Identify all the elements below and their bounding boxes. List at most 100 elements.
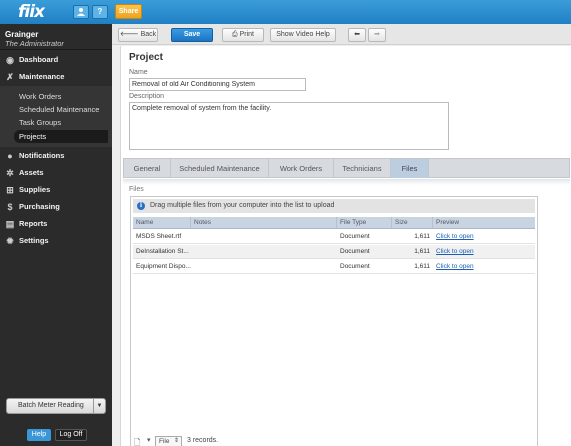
- tab-scheduled-maintenance[interactable]: Scheduled Maintenance: [171, 159, 269, 178]
- sidebar-item-assets[interactable]: ✲ Assets: [0, 165, 112, 181]
- chat-bubble-icon: ●: [7, 151, 13, 161]
- help-button[interactable]: Help: [27, 429, 51, 441]
- table-row[interactable]: MSDS Sheet.rtf Document 1,611 Click to o…: [133, 230, 535, 244]
- preview-link[interactable]: Click to open: [433, 230, 535, 244]
- sidebar-subitem-task-groups[interactable]: Task Groups: [0, 116, 112, 129]
- table-row[interactable]: Equipment Dispo... Document 1,611 Click …: [133, 260, 535, 274]
- column-header-preview[interactable]: Preview: [433, 217, 535, 229]
- upload-info-text: Drag multiple files from your computer i…: [150, 202, 335, 209]
- files-grid-header: Name Notes File Type Size Preview: [133, 217, 535, 229]
- user-name: Grainger: [5, 30, 39, 39]
- file-name: DeInstallation St...: [136, 248, 189, 255]
- sidebar-item-label: Settings: [19, 236, 49, 245]
- sidebar-item-supplies[interactable]: ⊞ Supplies: [0, 182, 112, 198]
- preview-link[interactable]: Click to open: [433, 260, 535, 274]
- arrow-right-icon[interactable]: ➡: [368, 28, 386, 42]
- sidebar-item-label: Maintenance: [19, 72, 65, 81]
- user-role: The Administrator: [5, 39, 64, 48]
- preview-link[interactable]: Click to open: [433, 245, 535, 259]
- tab-divider: [123, 179, 570, 185]
- preview-link-text[interactable]: Click to open: [436, 248, 474, 255]
- description-field[interactable]: Complete removal of system from the faci…: [129, 102, 449, 150]
- sidebar-item-label: Reports: [19, 219, 48, 228]
- page-title: Project: [129, 52, 163, 63]
- project-form: Project Name Description Complete remova…: [120, 46, 571, 446]
- sidebar-item-settings[interactable]: ✹ Settings: [0, 233, 112, 249]
- record-count: 3 records.: [187, 437, 219, 444]
- cart-icon: ⊞: [6, 185, 14, 195]
- tab-general[interactable]: General: [124, 159, 171, 178]
- top-bar: fiix ? Share: [0, 0, 571, 24]
- tab-work-orders[interactable]: Work Orders: [269, 159, 334, 178]
- sidebar-item-label: Dashboard: [19, 55, 59, 64]
- gears-icon: ✲: [6, 168, 14, 178]
- sidebar-item-label: Supplies: [19, 185, 51, 194]
- chevron-down-icon[interactable]: ▼: [93, 399, 105, 413]
- add-file-icon[interactable]: 🗋: [134, 437, 145, 446]
- sidebar-item-maintenance[interactable]: ✗ Maintenance: [0, 69, 112, 85]
- printer-icon: ⎙: [232, 31, 238, 38]
- arrow-left-icon[interactable]: ⬅: [348, 28, 366, 42]
- print-label: Print: [239, 31, 254, 38]
- file-type-select-value: File: [159, 438, 170, 445]
- file-notes: [191, 245, 337, 259]
- chart-icon: ▤: [5, 219, 15, 229]
- batch-label: Batch Meter Reading: [18, 402, 84, 409]
- log-off-button[interactable]: Log Off: [55, 429, 87, 441]
- name-label: Name: [129, 69, 148, 76]
- name-field[interactable]: [129, 78, 306, 91]
- column-header-file-type[interactable]: File Type: [337, 217, 392, 229]
- toolbar: 🡐 Back Save ⎙ Print Show Video Help ⬅ ➡: [112, 24, 571, 45]
- preview-link-text[interactable]: Click to open: [436, 233, 474, 240]
- files-pager: 🗋 ▾ File ⇕ 3 records.: [134, 435, 334, 446]
- description-label: Description: [129, 93, 165, 100]
- sidebar-item-label: Purchasing: [19, 202, 60, 211]
- main-area: 🡐 Back Save ⎙ Print Show Video Help ⬅ ➡ …: [112, 24, 571, 446]
- table-row[interactable]: DeInstallation St... Document 1,611 Clic…: [133, 245, 535, 259]
- column-header-notes[interactable]: Notes: [191, 217, 337, 229]
- batch-meter-reading-button[interactable]: Batch Meter Reading ▼: [6, 398, 106, 414]
- column-header-size[interactable]: Size: [392, 217, 433, 229]
- tab-files[interactable]: Files: [391, 159, 429, 178]
- file-type: Document: [340, 248, 370, 255]
- chevron-down-icon[interactable]: ▾: [147, 436, 151, 444]
- sidebar-subitem-scheduled-maintenance[interactable]: Scheduled Maintenance: [0, 103, 112, 116]
- tab-bar: General Scheduled Maintenance Work Order…: [123, 158, 570, 178]
- file-notes: [191, 260, 337, 274]
- column-header-name[interactable]: Name: [133, 217, 191, 229]
- sidebar-subitem-projects[interactable]: Projects: [14, 130, 108, 143]
- files-panel: i Drag multiple files from your computer…: [130, 196, 538, 446]
- file-type: Document: [340, 233, 370, 240]
- sidebar-subitem-work-orders[interactable]: Work Orders: [0, 90, 112, 103]
- back-button[interactable]: 🡐 Back: [118, 28, 158, 42]
- preview-link-text[interactable]: Click to open: [436, 263, 474, 270]
- save-button[interactable]: Save: [171, 28, 213, 42]
- file-size: 1,611: [414, 248, 430, 255]
- user-info: Grainger The Administrator: [0, 24, 112, 50]
- upload-info-bar: i Drag multiple files from your computer…: [133, 199, 535, 213]
- file-notes: [191, 230, 337, 244]
- gear-icon: ✹: [6, 236, 14, 246]
- sidebar-item-reports[interactable]: ▤ Reports: [0, 216, 112, 232]
- fiix-logo[interactable]: fiix: [18, 2, 45, 22]
- user-icon[interactable]: [73, 5, 89, 19]
- sidebar-item-notifications[interactable]: ● Notifications: [0, 148, 112, 164]
- file-size: 1,611: [414, 233, 430, 240]
- dashboard-icon: ◉: [6, 55, 14, 65]
- back-label: Back: [140, 31, 157, 38]
- files-section-label: Files: [129, 186, 144, 193]
- print-button[interactable]: ⎙ Print: [222, 28, 264, 42]
- dollar-icon: $: [7, 202, 13, 212]
- file-type-select[interactable]: File ⇕: [155, 436, 182, 446]
- chevron-updown-icon: ⇕: [173, 438, 179, 444]
- arrow-left-icon: 🡐: [119, 31, 139, 38]
- help-question-icon[interactable]: ?: [92, 5, 108, 19]
- tab-technicians[interactable]: Technicians: [334, 159, 391, 178]
- sidebar-item-label: Assets: [19, 168, 44, 177]
- sidebar-item-dashboard[interactable]: ◉ Dashboard: [0, 52, 112, 68]
- share-button[interactable]: Share: [115, 4, 142, 19]
- show-video-help-button[interactable]: Show Video Help: [270, 28, 336, 42]
- sidebar-item-purchasing[interactable]: $ Purchasing: [0, 199, 112, 215]
- file-name: MSDS Sheet.rtf: [136, 233, 182, 240]
- file-name: Equipment Dispo...: [136, 263, 191, 270]
